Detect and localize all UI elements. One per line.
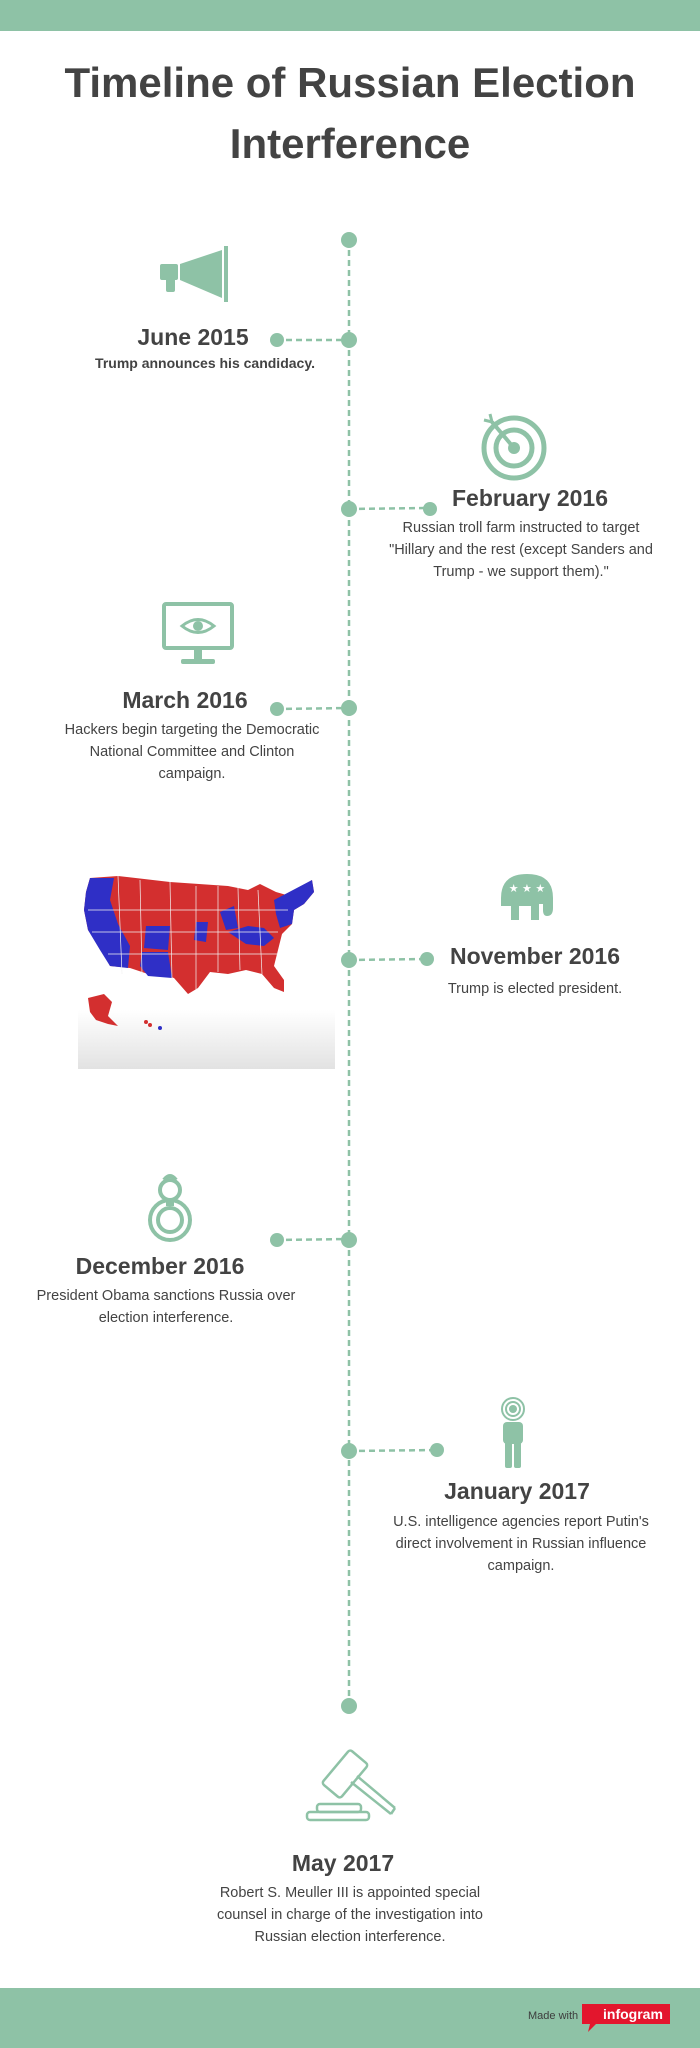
event-desc-march-2016: Hackers begin targeting the Democratic N…: [64, 722, 320, 782]
event-date-may-2017: May 2017: [291, 1850, 395, 1876]
made-with-label: Made with: [528, 2010, 579, 2022]
infogram-brand-label[interactable]: infogram: [603, 2006, 663, 2022]
timeline-node: [341, 332, 357, 348]
event-date-february-2016: February 2016: [452, 485, 608, 511]
event-desc-january-2017: U.S. intelligence agencies report Putin'…: [393, 1514, 649, 1574]
svg-text:★ ★ ★: ★ ★ ★: [509, 882, 546, 895]
event-desc-december-2016: President Obama sanctions Russia over el…: [36, 1288, 296, 1326]
timeline-node: [430, 1443, 444, 1457]
republican-elephant-icon: ★ ★ ★: [501, 874, 553, 920]
event-date-december-2016: December 2016: [75, 1253, 245, 1279]
event-date-june-2015: June 2015: [137, 324, 249, 350]
timeline-node: [341, 501, 357, 517]
timeline-node: [341, 952, 357, 968]
event-date-january-2017: January 2017: [444, 1478, 590, 1504]
timeline-node: [341, 1232, 357, 1248]
target-icon: [481, 413, 547, 481]
us-election-map: [78, 870, 335, 1069]
event-desc-may-2017: Robert S. Meuller III is appointed speci…: [216, 1885, 483, 1945]
timeline-node: [270, 1233, 284, 1247]
handcuffs-icon: [148, 1174, 192, 1242]
event-date-november-2016: November 2016: [449, 943, 621, 969]
timeline-node: [341, 700, 357, 716]
event-desc-june-2015: Trump announces his candidacy.: [95, 355, 315, 371]
event-desc-november-2016: Trump is elected president.: [447, 981, 623, 997]
timeline-end-node: [341, 1698, 357, 1714]
megaphone-icon: [160, 246, 228, 302]
timeline-node: [420, 952, 434, 966]
event-date-march-2016: March 2016: [122, 687, 248, 713]
spy-person-icon: [501, 1397, 525, 1468]
monitor-eye-icon: [162, 602, 234, 664]
timeline-node: [341, 1443, 357, 1459]
timeline-start-node: [341, 232, 357, 248]
gavel-icon: [305, 1749, 397, 1822]
event-desc-february-2016: Russian troll farm instructed to target …: [389, 520, 653, 580]
